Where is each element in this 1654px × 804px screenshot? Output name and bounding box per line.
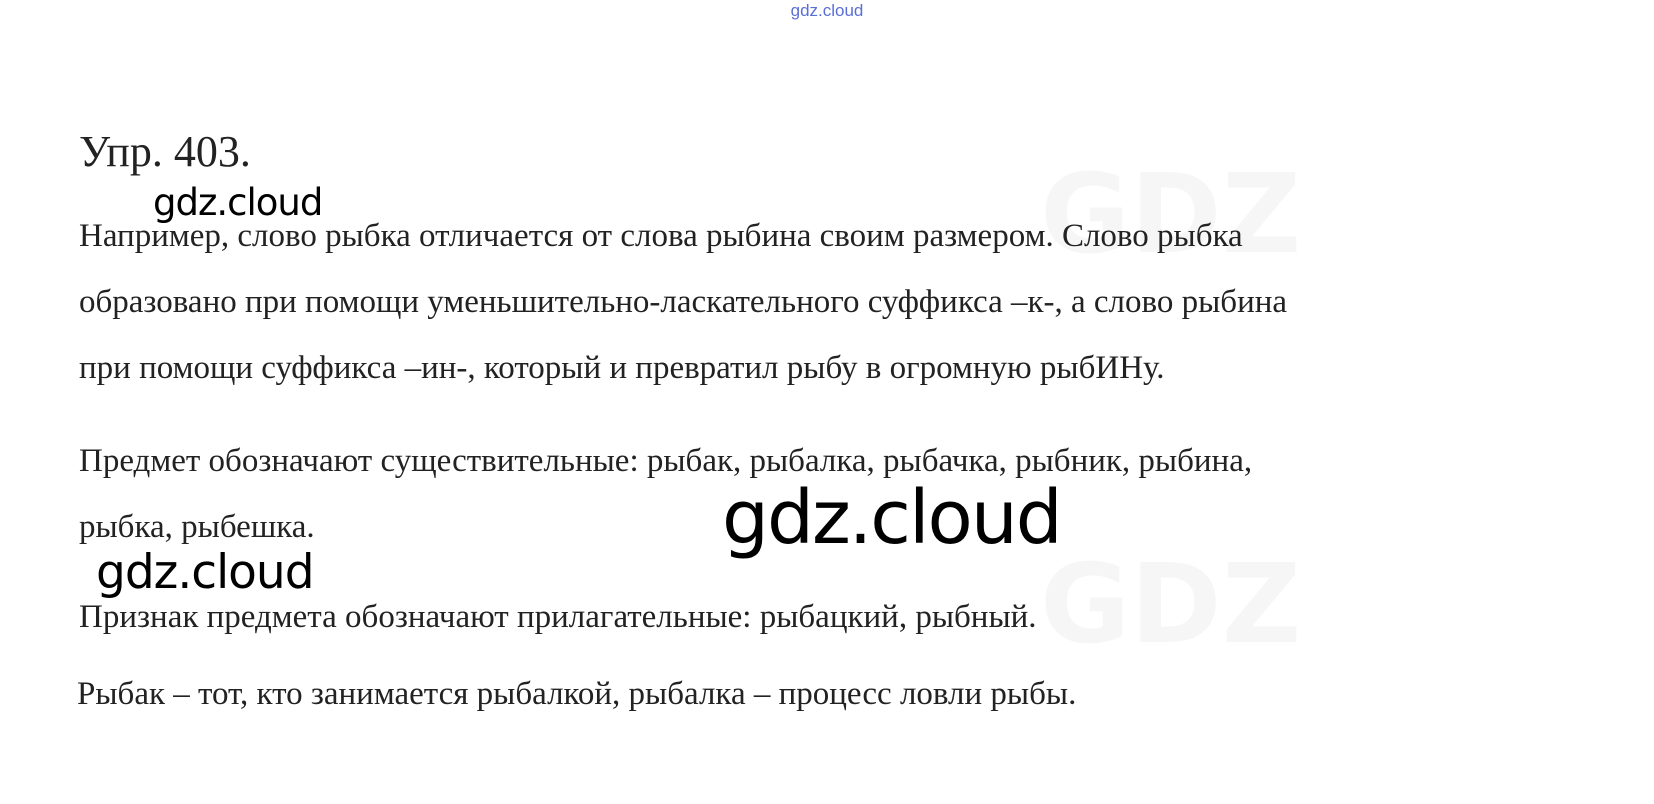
paragraph-4-line-1: Рыбак – тот, кто занимается рыбалкой, ры…: [77, 676, 1077, 712]
watermark-large: gdz.cloud: [722, 475, 1063, 561]
paragraph-1-line-2: образовано при помощи уменьшительно-ласк…: [79, 284, 1288, 320]
paragraph-1-line-3: при помощи суффикса –ин-, который и прев…: [79, 350, 1165, 386]
paragraph-3: Признак предмета обозначают прилагательн…: [79, 595, 1037, 639]
paragraph-4: Рыбак – тот, кто занимается рыбалкой, ры…: [77, 672, 1076, 716]
site-link[interactable]: gdz.cloud: [0, 0, 1654, 22]
paragraph-3-line-1: Признак предмета обозначают прилагательн…: [79, 599, 1037, 635]
paragraph-2-line-1: Предмет обозначают существительные: рыба…: [79, 443, 1253, 479]
watermark-small: gdz.cloud: [153, 181, 323, 224]
paragraph-1: Например, слово рыбка отличается от слов…: [79, 203, 1287, 401]
watermark-medium: gdz.cloud: [96, 545, 315, 600]
exercise-title: Упр. 403.: [79, 127, 251, 176]
paragraph-2: Предмет обозначают существительные: рыба…: [79, 428, 1252, 560]
